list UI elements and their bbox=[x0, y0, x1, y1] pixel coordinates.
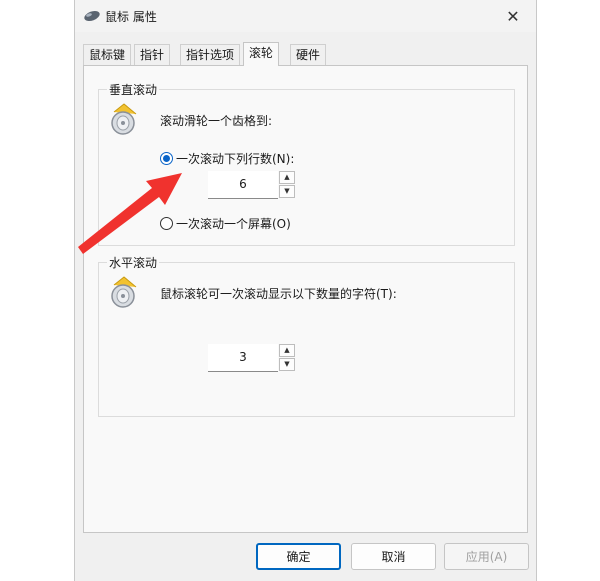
wheel-tab-panel: 垂直滚动 滚动滑轮一个齿格到: 一次滚动下列行数(N): 6 ▲ ▼ 一次滚动一… bbox=[83, 65, 528, 533]
chars-spinbox: 3 ▲ ▼ bbox=[208, 344, 295, 372]
chars-up-button[interactable]: ▲ bbox=[279, 344, 295, 357]
tab-wheel[interactable]: 滚轮 bbox=[243, 42, 280, 66]
arrow-down-icon: ▼ bbox=[284, 360, 290, 368]
horizontal-prompt: 鼠标滚轮可一次滚动显示以下数量的字符(T): bbox=[160, 287, 397, 301]
scroll-wheel-icon bbox=[111, 276, 137, 308]
radio-lines[interactable] bbox=[160, 152, 173, 165]
arrow-down-icon: ▼ bbox=[284, 187, 290, 195]
lines-input[interactable]: 6 bbox=[208, 171, 278, 199]
tab-strip: 鼠标键 指针 指针选项 滚轮 硬件 bbox=[83, 42, 528, 66]
tab-hardware[interactable]: 硬件 bbox=[290, 44, 327, 65]
horizontal-scrolling-group: 水平滚动 鼠标滚轮可一次滚动显示以下数量的字符(T): 3 ▲ ▼ bbox=[98, 254, 515, 417]
ok-button[interactable]: 确定 bbox=[256, 543, 341, 570]
cancel-button[interactable]: 取消 bbox=[351, 543, 436, 570]
tab-mouse-buttons[interactable]: 鼠标键 bbox=[83, 44, 132, 65]
radio-lines-label[interactable]: 一次滚动下列行数(N): bbox=[176, 150, 294, 167]
vertical-scrolling-group: 垂直滚动 滚动滑轮一个齿格到: 一次滚动下列行数(N): 6 ▲ ▼ 一次滚动一… bbox=[98, 81, 515, 246]
vertical-scrolling-title: 垂直滚动 bbox=[107, 81, 160, 98]
title-bar: 鼠标 属性 ✕ bbox=[75, 0, 536, 32]
arrow-up-icon: ▲ bbox=[284, 346, 290, 354]
vertical-prompt: 滚动滑轮一个齿格到: bbox=[160, 114, 273, 128]
arrow-up-icon: ▲ bbox=[284, 173, 290, 181]
chars-input[interactable]: 3 bbox=[208, 344, 278, 372]
mouse-icon bbox=[84, 10, 100, 22]
apply-button[interactable]: 应用(A) bbox=[444, 543, 529, 570]
radio-screen[interactable] bbox=[160, 217, 173, 230]
window-title: 鼠标 属性 bbox=[105, 10, 157, 24]
close-icon: ✕ bbox=[506, 6, 520, 26]
lines-spinbox: 6 ▲ ▼ bbox=[208, 171, 295, 199]
chars-down-button[interactable]: ▼ bbox=[279, 358, 295, 371]
scroll-wheel-icon bbox=[111, 103, 137, 135]
tab-pointer-options[interactable]: 指针选项 bbox=[180, 44, 241, 65]
tab-pointers[interactable]: 指针 bbox=[134, 44, 171, 65]
horizontal-scrolling-title: 水平滚动 bbox=[107, 254, 160, 271]
radio-screen-label[interactable]: 一次滚动一个屏幕(O) bbox=[176, 215, 291, 232]
lines-down-button[interactable]: ▼ bbox=[279, 185, 295, 198]
mouse-properties-dialog: 鼠标 属性 ✕ 鼠标键 指针 指针选项 滚轮 硬件 垂直滚动 滚动滑轮一个齿格到… bbox=[74, 0, 537, 581]
lines-up-button[interactable]: ▲ bbox=[279, 171, 295, 184]
close-button[interactable]: ✕ bbox=[490, 0, 536, 32]
